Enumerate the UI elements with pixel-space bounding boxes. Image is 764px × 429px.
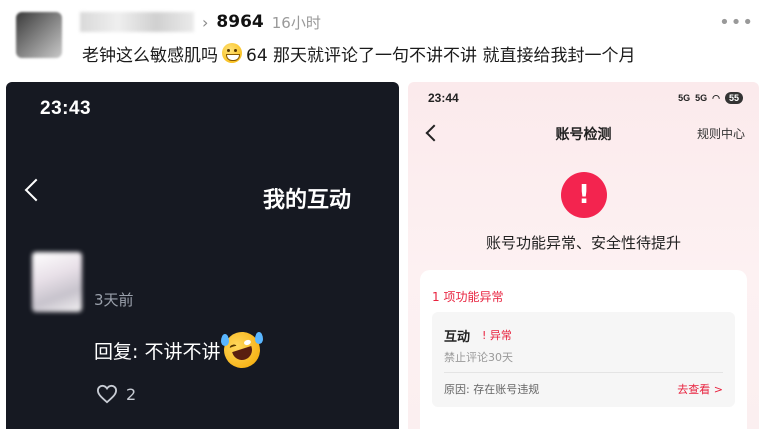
view-count: 8964 (216, 12, 264, 32)
back-icon[interactable] (24, 178, 48, 202)
post-text: 老钟这么敏感肌吗 64 那天就评论了一句不讲不讲 就直接给我封一个月 (82, 40, 744, 66)
chevron-right-icon: › (202, 12, 209, 32)
post-text-part-2: 64 那天就评论了一句不讲不讲 就直接给我封一个月 (246, 45, 636, 66)
username-blurred[interactable] (80, 12, 194, 32)
grin-sweat-emoji (222, 43, 242, 63)
more-icon[interactable]: ••• (719, 12, 754, 33)
restriction-reason: 原因: 存在账号违规 (444, 383, 540, 396)
screenshot-interactions[interactable]: 23:43 我的互动 3天前 回复: 不讲不讲 2 (6, 82, 399, 429)
screenshot-account-check[interactable]: 23:44 5G 5G ◠ 55 账号检测 规则中心 ! 账号功能异常、安全性待… (408, 82, 759, 429)
comment-time: 3天前 (94, 291, 134, 309)
user-avatar[interactable] (16, 12, 62, 58)
status-badge: ! 异常 (482, 329, 512, 342)
post-text-part-1: 老钟这么敏感肌吗 (82, 45, 218, 66)
like-group[interactable]: 2 (96, 384, 136, 404)
warning-text: 账号功能异常、安全性待提升 (485, 234, 681, 252)
status-icons: 5G 5G ◠ 55 (678, 92, 743, 104)
abnormal-features-card: 1 项功能异常 互动 ! 异常 禁止评论30天 原因: 存在账号违规 去查看 > (420, 270, 747, 429)
reply-text: 回复: 不讲不讲 (94, 340, 221, 363)
rules-center-link[interactable]: 规则中心 (697, 125, 745, 142)
wifi-icon: ◠ (712, 92, 720, 103)
view-details-link[interactable]: 去查看 > (677, 381, 723, 397)
like-count: 2 (126, 384, 137, 404)
commenter-avatar-blurred[interactable] (32, 252, 82, 312)
section-title: 1 项功能异常 (432, 290, 504, 304)
signal-icon: 5G (695, 93, 708, 103)
status-clock: 23:44 (428, 91, 459, 105)
heart-icon[interactable] (96, 384, 118, 404)
battery-icon: 55 (724, 92, 743, 104)
warning-icon: ! (561, 172, 607, 218)
feature-name: 互动 (444, 330, 471, 345)
reply-comment: 回复: 不讲不讲 (94, 327, 266, 373)
divider (444, 372, 723, 373)
feature-item[interactable]: 互动 ! 异常 禁止评论30天 原因: 存在账号违规 去查看 > (432, 312, 735, 407)
post-meta: › 8964 16小时 (202, 10, 321, 34)
post-time: 16小时 (271, 13, 321, 32)
laugh-emoji (219, 327, 266, 373)
status-bar: 23:44 5G 5G ◠ 55 (428, 89, 743, 107)
page-title: 我的互动 (263, 188, 352, 213)
signal-icon: 5G (678, 93, 691, 103)
feature-restriction: 禁止评论30天 (444, 351, 513, 364)
status-clock: 23:43 (40, 98, 92, 119)
